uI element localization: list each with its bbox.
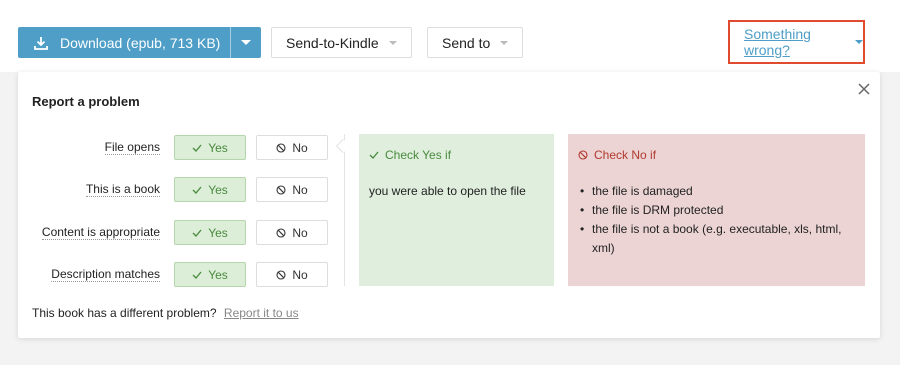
row-label: File opens [104, 140, 160, 155]
download-icon [34, 36, 48, 50]
divider [344, 134, 345, 286]
footer-text: This book has a different problem? [32, 306, 217, 320]
yes-label: Yes [208, 267, 228, 282]
check-yes-card: Check Yes if you were able to open the f… [359, 134, 554, 286]
no-label: No [292, 182, 308, 197]
report-it-link[interactable]: Report it to us [224, 306, 299, 320]
download-options-button[interactable] [231, 40, 261, 45]
check-icon [192, 229, 202, 237]
chevron-down-icon [500, 40, 509, 45]
check-icon [192, 271, 202, 279]
no-label: No [292, 140, 308, 155]
toolbar: Download (epub, 713 KB) Send-to-Kindle S… [0, 0, 900, 72]
row-content-appropriate: Content is appropriate Yes No [18, 220, 338, 245]
send-to-button[interactable]: Send to [427, 27, 524, 58]
yes-option[interactable]: Yes [174, 135, 246, 160]
check-no-card: Check No if the file is damaged the file… [568, 134, 865, 286]
download-label: Download (epub, 713 KB) [60, 34, 221, 51]
no-entry-icon [578, 150, 588, 160]
list-item: the file is DRM protected [578, 201, 855, 220]
divider-pointer [335, 138, 351, 154]
check-yes-header: Check Yes if [369, 148, 544, 162]
yes-option[interactable]: Yes [174, 220, 246, 245]
send-to-label: Send to [442, 34, 491, 51]
no-option[interactable]: No [256, 262, 328, 287]
no-entry-icon [276, 269, 286, 280]
send-to-kindle-button[interactable]: Send-to-Kindle [271, 27, 412, 58]
close-icon[interactable] [858, 82, 870, 100]
row-label: This is a book [85, 182, 160, 197]
yes-label: Yes [208, 225, 228, 240]
no-entry-icon [276, 184, 286, 195]
download-button-group: Download (epub, 713 KB) [18, 27, 261, 58]
yes-label: Yes [208, 182, 228, 197]
yes-option[interactable]: Yes [174, 177, 246, 202]
yes-label: Yes [208, 140, 228, 155]
send-to-kindle-label: Send-to-Kindle [286, 34, 379, 51]
panel-footer: This book has a different problem? Repor… [32, 306, 299, 320]
no-entry-icon [276, 142, 286, 153]
no-option[interactable]: No [256, 220, 328, 245]
row-file-opens: File opens Yes No [18, 135, 338, 160]
check-no-header: Check No if [578, 148, 855, 162]
something-wrong-link[interactable]: Something wrong? [744, 26, 845, 58]
check-yes-title: Check Yes if [385, 148, 452, 162]
yes-option[interactable]: Yes [174, 262, 246, 287]
something-wrong-dropdown[interactable]: Something wrong? [728, 20, 865, 64]
list-item: the file is damaged [578, 182, 855, 201]
check-icon [192, 186, 202, 194]
no-option[interactable]: No [256, 135, 328, 160]
list-item: the file is not a book (e.g. executable,… [578, 220, 855, 258]
chevron-down-icon [241, 40, 251, 45]
panel-title: Report a problem [32, 94, 140, 109]
row-label: Content is appropriate [41, 225, 160, 240]
no-label: No [292, 225, 308, 240]
check-icon [369, 151, 379, 159]
row-description-matches: Description matches Yes No [18, 262, 338, 287]
download-button[interactable]: Download (epub, 713 KB) [18, 27, 231, 58]
check-no-title: Check No if [594, 148, 657, 162]
chevron-down-icon [855, 40, 863, 44]
check-no-list: the file is damaged the file is DRM prot… [578, 182, 855, 258]
no-option[interactable]: No [256, 177, 328, 202]
check-icon [192, 144, 202, 152]
chevron-down-icon [388, 40, 397, 45]
no-label: No [292, 267, 308, 282]
check-yes-text: you were able to open the file [369, 184, 526, 198]
report-problem-panel: Report a problem File opens Yes No This … [18, 72, 880, 338]
no-entry-icon [276, 227, 286, 238]
row-label: Description matches [51, 267, 160, 282]
row-this-is-a-book: This is a book Yes No [18, 177, 338, 202]
